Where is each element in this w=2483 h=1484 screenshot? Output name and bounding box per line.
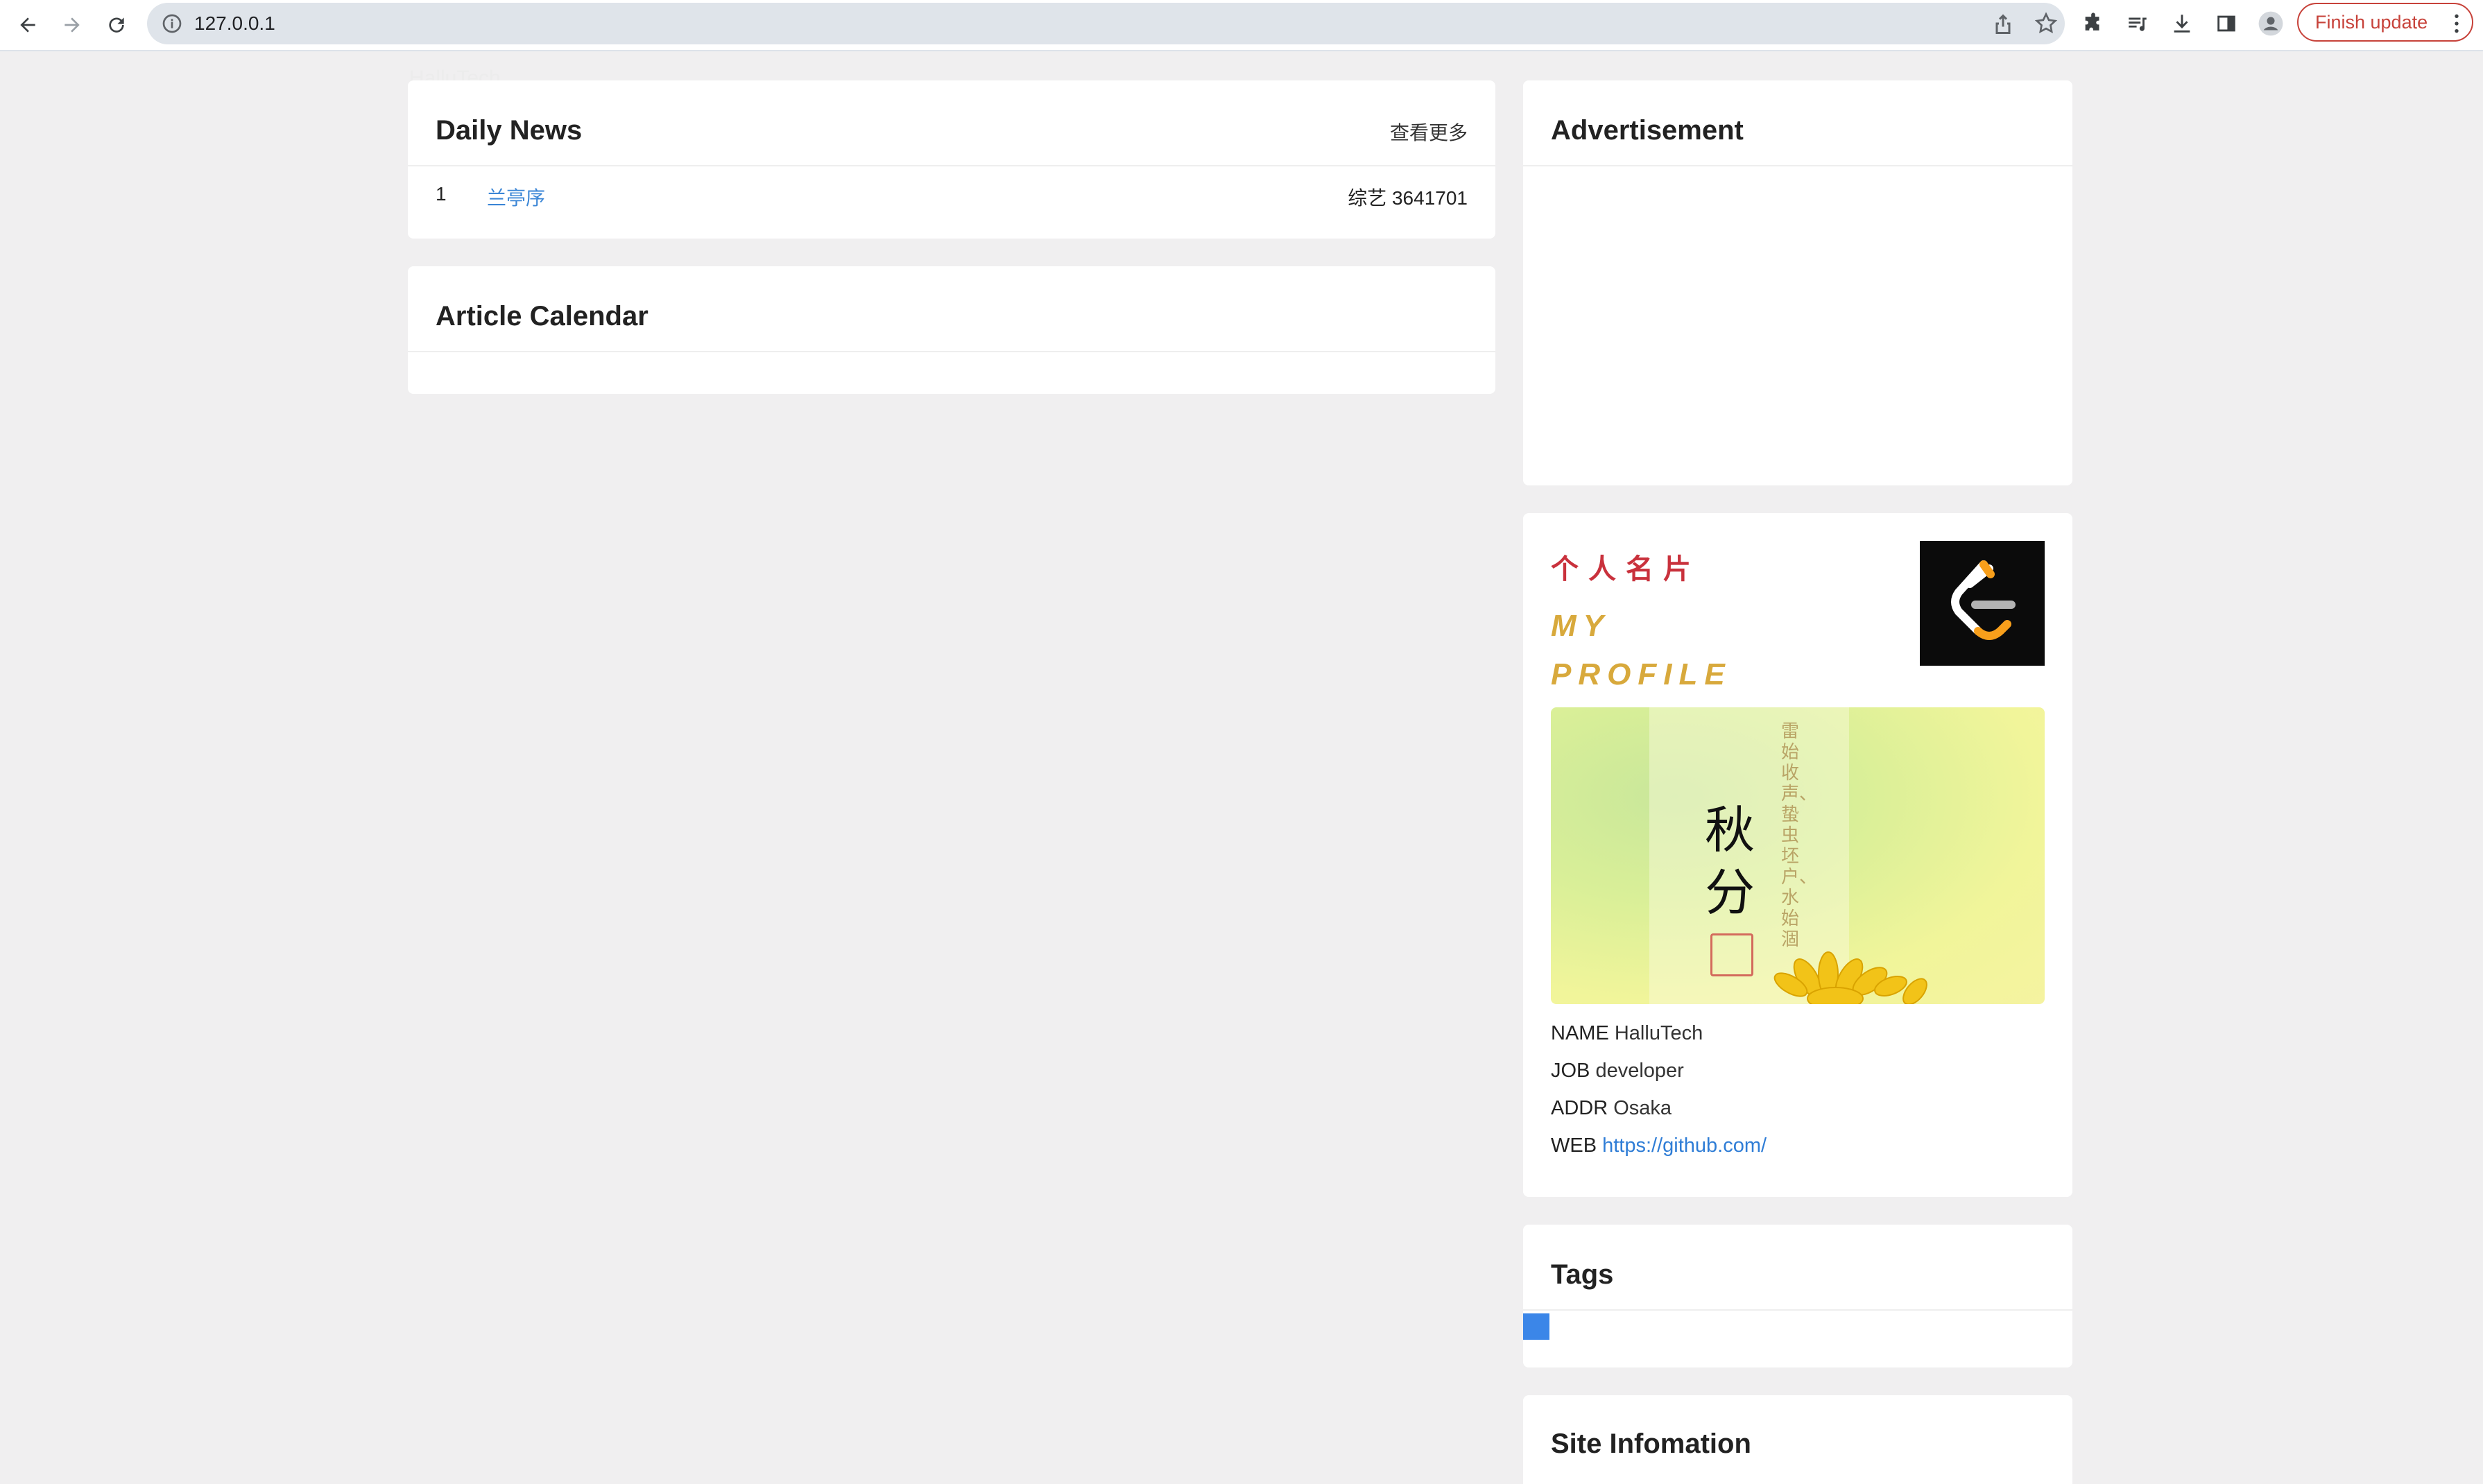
arrow-right-icon [65, 17, 80, 33]
tag-chip[interactable] [1523, 1313, 1549, 1340]
job-value: developer [1595, 1060, 1684, 1082]
divider [408, 165, 1495, 166]
arrow-left-icon [20, 17, 35, 33]
site-info-card: Site Infomation [1523, 1395, 2072, 1484]
reload-button[interactable] [100, 8, 133, 42]
site-info-icon[interactable] [161, 12, 183, 35]
media-control-button[interactable] [2122, 8, 2153, 39]
extensions-button[interactable] [2078, 8, 2108, 39]
job-label: JOB [1551, 1060, 1590, 1082]
addr-value: Osaka [1613, 1097, 1672, 1119]
advertisement-card: Advertisement [1523, 80, 2072, 485]
finish-update-button[interactable]: Finish update [2297, 3, 2473, 42]
divider [1523, 165, 2072, 166]
forward-button[interactable] [55, 8, 89, 42]
news-rank: 1 [436, 183, 447, 205]
side-panel-button[interactable] [2211, 8, 2242, 39]
profile-job-row: JOB developer [1551, 1060, 1684, 1082]
advertisement-title: Advertisement [1551, 115, 1744, 146]
profile-card: 个人名片 MY PROFILE 秋 分 雷始收声、蛰虫坯户、水始涸 NAME H… [1523, 513, 2072, 1197]
banner-verse: 雷始收声、蛰虫坯户、水始涸 [1781, 721, 1818, 950]
leetcode-logo [1920, 541, 2045, 666]
chrysanthemum-flower [1773, 951, 1927, 1004]
red-seal-stamp [1710, 933, 1753, 976]
profile-button[interactable] [2256, 8, 2286, 39]
list-item: 1 兰亭序 综艺 3641701 [408, 183, 1495, 225]
tags-title: Tags [1551, 1259, 1614, 1290]
share-icon[interactable] [1991, 11, 2016, 36]
puzzle-icon [2085, 12, 2099, 31]
playlist-icon [2129, 17, 2147, 31]
news-meta: 综艺 3641701 [1348, 187, 1468, 209]
name-label: NAME [1551, 1022, 1609, 1044]
more-vert-icon[interactable] [2452, 12, 2461, 35]
daily-news-title: Daily News [436, 115, 583, 146]
view-more-link[interactable]: 查看更多 [1390, 118, 1468, 146]
autumn-equinox-banner: 秋 分 雷始收声、蛰虫坯户、水始涸 [1551, 707, 2045, 1004]
web-label: WEB [1551, 1134, 1597, 1157]
avatar-icon [2258, 11, 2283, 36]
url-text[interactable]: 127.0.0.1 [194, 11, 275, 36]
news-title-link[interactable]: 兰亭序 [487, 183, 545, 211]
side-panel-icon [2217, 15, 2235, 32]
back-button[interactable] [11, 8, 44, 42]
address-bar[interactable]: 127.0.0.1 [147, 3, 2065, 44]
profile-en-title: MY PROFILE [1551, 609, 1732, 691]
article-calendar-title: Article Calendar [436, 301, 648, 331]
addr-label: ADDR [1551, 1097, 1608, 1119]
name-value: HalluTech [1614, 1022, 1703, 1044]
finish-update-label: Finish update [2315, 11, 2428, 33]
downloads-button[interactable] [2167, 8, 2197, 39]
bookmark-star-icon[interactable] [2034, 11, 2059, 36]
browser-toolbar: 127.0.0.1 Finish update [0, 0, 2483, 51]
banner-char: 分 [1705, 863, 1755, 922]
profile-web-row: WEB https://github.com/ [1551, 1134, 1767, 1157]
divider [1523, 1309, 2072, 1311]
profile-addr-row: ADDR Osaka [1551, 1097, 1672, 1120]
reload-icon [109, 17, 124, 33]
daily-news-card: Daily News 查看更多 1 兰亭序 综艺 3641701 [408, 80, 1495, 239]
article-calendar-card: Article Calendar [408, 266, 1495, 394]
download-icon [2174, 15, 2190, 33]
site-info-title: Site Infomation [1551, 1429, 1751, 1459]
leetcode-icon [1951, 560, 2016, 640]
web-link[interactable]: https://github.com/ [1602, 1134, 1767, 1157]
tags-card: Tags [1523, 1225, 2072, 1367]
profile-name-row: NAME HalluTech [1551, 1022, 1703, 1045]
profile-cn-title: 个人名片 [1551, 554, 1701, 585]
divider [408, 351, 1495, 352]
